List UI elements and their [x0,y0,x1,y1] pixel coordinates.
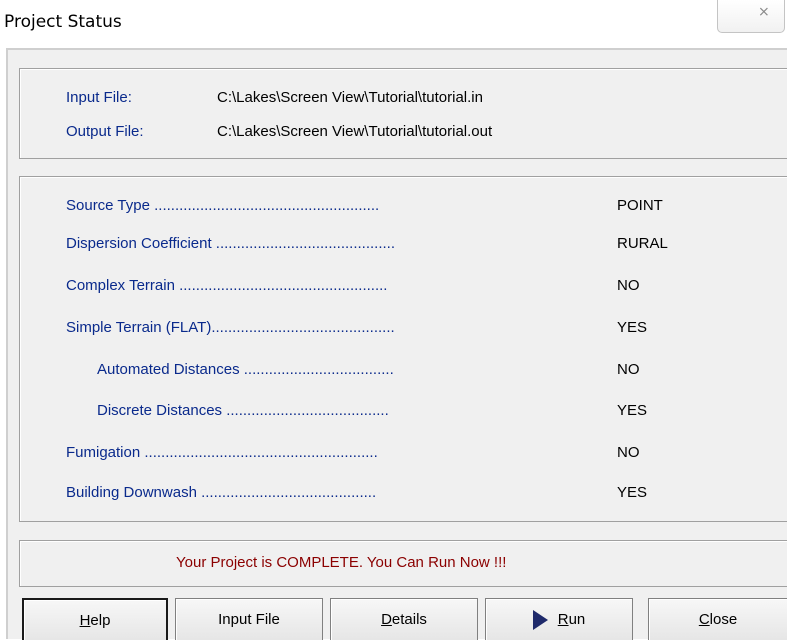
simple-terrain-value: YES [617,319,648,336]
input-file-button[interactable]: Input File [175,598,323,640]
building-downwash-label: Building Downwash ......................… [66,484,377,501]
complex-terrain-value: NO [617,277,640,294]
input-file-path: C:\Lakes\Screen View\Tutorial\tutorial.i… [217,89,483,106]
status-message: Your Project is COMPLETE. You Can Run No… [176,554,507,571]
close-button[interactable]: Close [648,598,787,640]
close-mnemonic: C [698,611,710,628]
fumigation-label: Fumigation .............................… [66,444,378,461]
details-label: etails [391,611,427,628]
discrete-distances-label: Discrete Distances .....................… [97,402,389,419]
help-label: elp [90,611,111,629]
fumigation-value: NO [617,444,640,461]
automated-distances-label: Automated Distances ....................… [97,361,394,378]
run-label: un [568,611,586,628]
source-type-label: Source Type ............................… [66,197,380,214]
settings-panel [19,176,787,522]
window-close-button[interactable]: ⨯ [717,0,785,33]
details-mnemonic: D [381,611,392,628]
run-button[interactable]: Run [485,598,633,640]
building-downwash-value: YES [617,484,648,501]
discrete-distances-value: YES [617,402,648,419]
automated-distances-value: NO [617,361,640,378]
window-title: Project Status [4,12,122,32]
help-button[interactable]: Help [22,598,168,640]
help-mnemonic: H [79,611,91,629]
source-type-value: POINT [617,197,663,214]
files-panel [19,68,787,159]
details-button[interactable]: Details [330,598,478,640]
play-icon [532,609,548,630]
simple-terrain-label: Simple Terrain (FLAT)...................… [66,319,395,336]
input-file-button-label: Input File [218,611,280,628]
input-file-label: Input File: [66,89,132,106]
complex-terrain-label: Complex Terrain ........................… [66,277,388,294]
close-label: lose [709,611,738,628]
title-bar: Project Status ⨯ [0,0,787,44]
run-mnemonic: R [557,611,569,628]
dispersion-coefficient-label: Dispersion Coefficient .................… [66,235,395,252]
close-icon: ⨯ [758,4,770,20]
dispersion-coefficient-value: RURAL [617,235,668,252]
output-file-path: C:\Lakes\Screen View\Tutorial\tutorial.o… [217,123,493,140]
output-file-label: Output File: [66,123,144,140]
